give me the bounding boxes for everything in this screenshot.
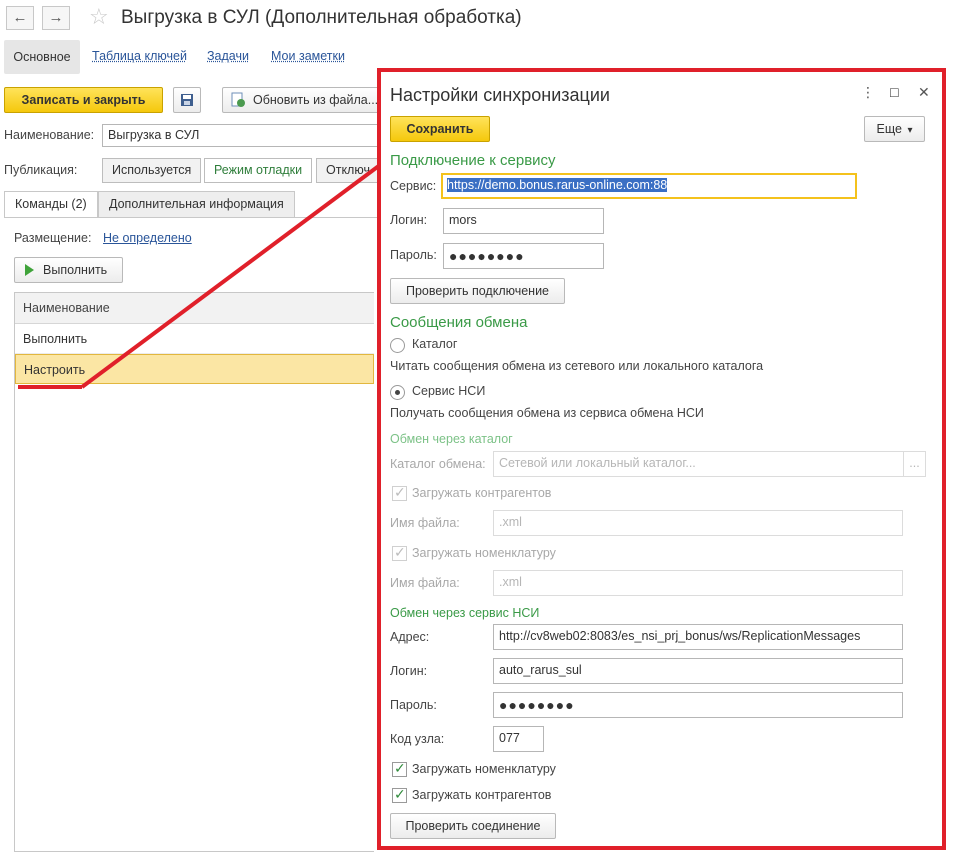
dialog-title: Настройки синхронизации [390, 85, 610, 105]
nsi-password-label: Пароль: [390, 698, 437, 712]
radio-catalog[interactable] [390, 338, 405, 353]
more-button[interactable]: Еще ▾ [864, 116, 925, 142]
load-nomenclature-label[interactable]: Загружать номенклатуру [412, 762, 556, 776]
checkmark-icon: ✓ [394, 484, 406, 500]
radio-nsi-description: Получать сообщения обмена из сервиса обм… [390, 406, 704, 420]
catalog-label: Каталог обмена: [390, 457, 486, 471]
file-name-field-1[interactable]: .xml [493, 510, 903, 536]
node-code-field[interactable]: 077 [493, 726, 544, 752]
close-icon[interactable]: ✕ [918, 84, 930, 101]
catalog-select-button[interactable]: ... [903, 451, 926, 477]
maximize-icon[interactable]: ☐ [889, 86, 900, 100]
check-connection-button[interactable]: Проверить подключение [390, 278, 565, 304]
load-nomenclature-checkbox[interactable]: ✓ [392, 760, 407, 777]
section-connection: Подключение к сервису [390, 152, 556, 169]
checkmark-icon: ✓ [394, 760, 406, 776]
radio-catalog-label[interactable]: Каталог [412, 337, 457, 351]
checkmark-icon: ✓ [394, 544, 406, 560]
subsection-catalog-exchange: Обмен через каталог [390, 432, 513, 446]
file-name-label-2: Имя файла: [390, 576, 460, 590]
check-link-button[interactable]: Проверить соединение [390, 813, 556, 839]
sync-settings-dialog: Настройки синхронизации ⋮ ☐ ✕ Сохранить … [377, 68, 946, 850]
service-value: https://demo.bonus.rarus-online.com:88 [447, 178, 668, 192]
login-label: Логин: [390, 213, 428, 227]
load-contractors-label[interactable]: Загружать контрагентов [412, 788, 551, 802]
load-contractors-checkbox[interactable]: ✓ [392, 786, 407, 803]
menu-dots-icon[interactable]: ⋮ [861, 84, 875, 101]
load-contractors-checkbox-dim[interactable]: ✓ [392, 484, 407, 501]
dialog-save-button[interactable]: Сохранить [390, 116, 490, 142]
section-exchange-messages: Сообщения обмена [390, 314, 528, 331]
nsi-password-field[interactable]: ●●●●●●●● [493, 692, 903, 718]
address-label: Адрес: [390, 630, 430, 644]
node-code-label: Код узла: [390, 732, 445, 746]
file-name-field-2[interactable]: .xml [493, 570, 903, 596]
catalog-field[interactable]: Сетевой или локальный каталог... [493, 451, 904, 477]
radio-nsi-label[interactable]: Сервис НСИ [412, 384, 485, 398]
radio-catalog-description: Читать сообщения обмена из сетевого или … [390, 359, 764, 373]
nsi-login-label: Логин: [390, 664, 428, 678]
password-label: Пароль: [390, 248, 437, 262]
file-name-label-1: Имя файла: [390, 516, 460, 530]
chevron-down-icon: ▾ [907, 125, 913, 136]
service-label: Сервис: [390, 179, 437, 193]
load-contractors-label-dim: Загружать контрагентов [412, 486, 552, 500]
checkmark-icon: ✓ [394, 786, 406, 802]
subsection-nsi-exchange: Обмен через сервис НСИ [390, 606, 540, 620]
radio-nsi-service[interactable] [390, 385, 405, 400]
load-nomenclature-label-dim: Загружать номенклатуру [412, 546, 556, 560]
nsi-login-field[interactable]: auto_rarus_sul [493, 658, 903, 684]
address-field[interactable]: http://cv8web02:8083/es_nsi_prj_bonus/ws… [493, 624, 903, 650]
password-field[interactable]: ●●●●●●●● [443, 243, 604, 269]
more-label: Еще [876, 122, 902, 136]
service-field[interactable]: https://demo.bonus.rarus-online.com:88 [441, 173, 857, 199]
login-field[interactable]: mors [443, 208, 604, 234]
load-nomenclature-checkbox-dim[interactable]: ✓ [392, 544, 407, 561]
